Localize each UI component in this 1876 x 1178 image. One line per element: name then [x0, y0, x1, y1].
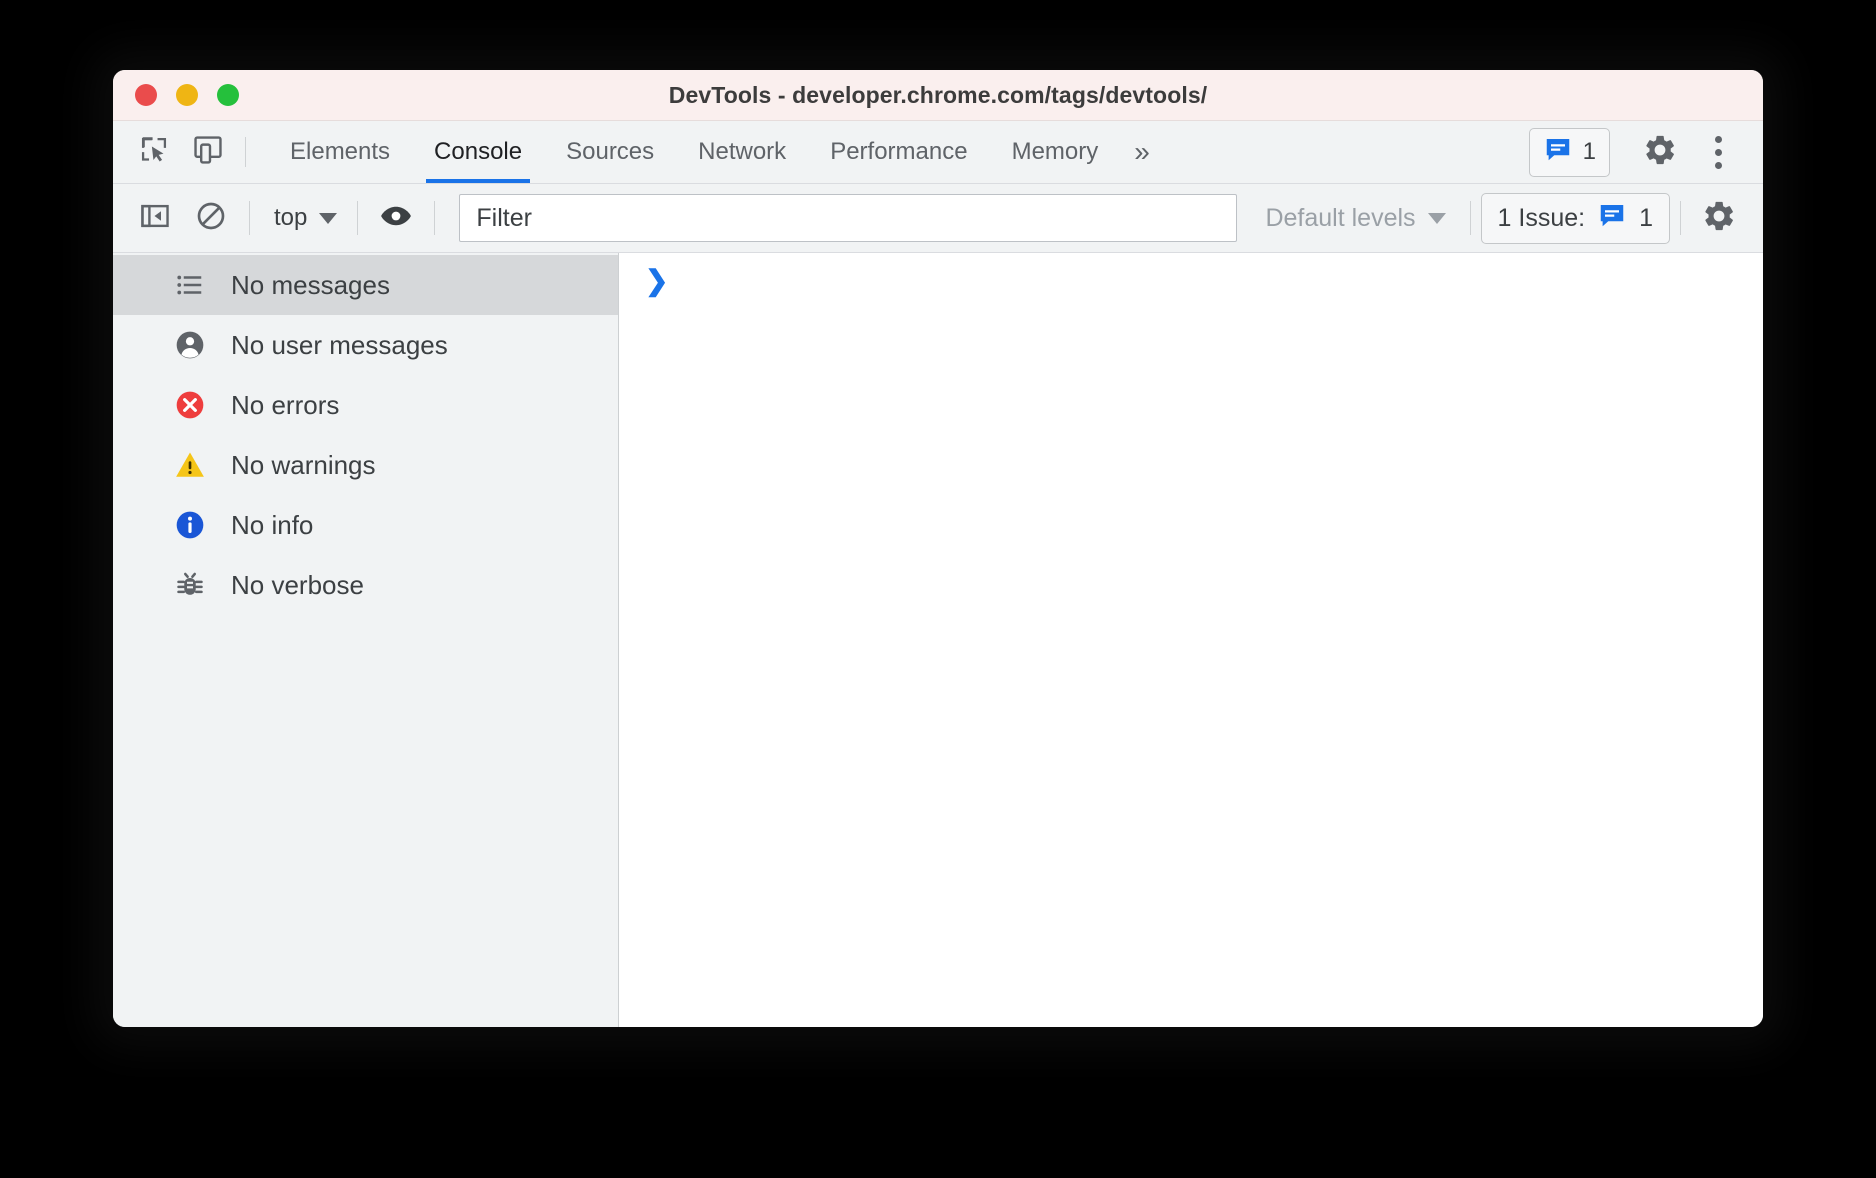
- chevron-double-right-icon: »: [1134, 136, 1150, 168]
- toolbar-divider-4: [1470, 201, 1471, 235]
- gear-icon: [1642, 132, 1678, 173]
- maximize-button[interactable]: [217, 84, 239, 106]
- tabbar-divider: [245, 137, 246, 167]
- console-settings-button[interactable]: [1691, 190, 1747, 246]
- tab-console[interactable]: Console: [412, 121, 544, 183]
- context-label: top: [274, 204, 307, 232]
- sidebar-item-errors[interactable]: No errors: [113, 375, 618, 435]
- sidebar-item-label: No errors: [231, 390, 339, 421]
- issue-counter-count: 1: [1639, 204, 1653, 233]
- sidebar-item-verbose[interactable]: No verbose: [113, 555, 618, 615]
- panel-tabs: Elements Console Sources Network Perform…: [268, 121, 1168, 183]
- sidebar-item-label: No warnings: [231, 450, 376, 481]
- inspect-element-button[interactable]: [127, 121, 181, 183]
- sidebar-item-label: No user messages: [231, 330, 448, 361]
- chevron-down-icon: [1428, 213, 1446, 224]
- console-message-area[interactable]: ❯: [619, 253, 1763, 1027]
- info-icon: [173, 508, 207, 542]
- device-toolbar-icon: [191, 133, 225, 172]
- sidebar-item-label: No verbose: [231, 570, 364, 601]
- toolbar-divider-3: [434, 201, 435, 235]
- clear-console-button[interactable]: [183, 190, 239, 246]
- inspect-element-icon: [137, 133, 171, 172]
- console-filter-input[interactable]: Filter: [459, 194, 1237, 242]
- tab-label: Memory: [1012, 138, 1099, 166]
- minimize-button[interactable]: [176, 84, 198, 106]
- live-expression-button[interactable]: [368, 190, 424, 246]
- gear-icon: [1701, 198, 1737, 239]
- tab-label: Sources: [566, 138, 654, 166]
- console-filter-placeholder: Filter: [476, 204, 532, 233]
- window-title: DevTools - developer.chrome.com/tags/dev…: [113, 82, 1763, 109]
- tab-memory[interactable]: Memory: [990, 121, 1121, 183]
- bug-icon: [173, 568, 207, 602]
- devtools-tabbar: Elements Console Sources Network Perform…: [113, 121, 1763, 184]
- close-button[interactable]: [135, 84, 157, 106]
- toolbar-divider-1: [249, 201, 250, 235]
- device-toolbar-button[interactable]: [181, 121, 235, 183]
- list-icon: [173, 268, 207, 302]
- warning-icon: [173, 448, 207, 482]
- tab-label: Elements: [290, 138, 390, 166]
- sidebar-item-label: No info: [231, 510, 313, 541]
- devtools-window: DevTools - developer.chrome.com/tags/dev…: [113, 70, 1763, 1027]
- tab-label: Network: [698, 138, 786, 166]
- tabs-overflow-button[interactable]: »: [1120, 121, 1168, 183]
- issue-counter-label: 1 Issue:: [1498, 204, 1586, 233]
- console-body: No messages No user messages: [113, 253, 1763, 1027]
- tab-label: Performance: [830, 138, 967, 166]
- tab-elements[interactable]: Elements: [268, 121, 412, 183]
- person-icon: [173, 328, 207, 362]
- sidebar-item-warnings[interactable]: No warnings: [113, 435, 618, 495]
- issues-badge-count: 1: [1583, 138, 1596, 166]
- sidebar-item-label: No messages: [231, 270, 390, 301]
- log-levels-label: Default levels: [1265, 204, 1415, 233]
- live-expression-eye-icon: [379, 199, 413, 238]
- sidebar-item-info[interactable]: No info: [113, 495, 618, 555]
- tab-performance[interactable]: Performance: [808, 121, 989, 183]
- issue-counter-button[interactable]: 1 Issue: 1: [1481, 193, 1670, 244]
- toolbar-divider-2: [357, 201, 358, 235]
- sidebar-item-messages[interactable]: No messages: [113, 255, 618, 315]
- error-icon: [173, 388, 207, 422]
- issues-badge-button[interactable]: 1: [1529, 128, 1610, 177]
- tab-label: Console: [434, 138, 522, 166]
- clear-console-icon: [195, 200, 227, 237]
- tabbar-actions: 1: [1529, 121, 1763, 183]
- chevron-down-icon: [319, 213, 337, 224]
- tab-network[interactable]: Network: [676, 121, 808, 183]
- log-levels-selector[interactable]: Default levels: [1251, 204, 1459, 233]
- sidebar-item-user-messages[interactable]: No user messages: [113, 315, 618, 375]
- console-sidebar: No messages No user messages: [113, 253, 619, 1027]
- traffic-lights: [135, 84, 239, 106]
- issues-message-icon: [1597, 200, 1627, 237]
- toolbar-divider-5: [1680, 201, 1681, 235]
- devtools-settings-button[interactable]: [1631, 132, 1689, 173]
- window-titlebar: DevTools - developer.chrome.com/tags/dev…: [113, 70, 1763, 121]
- issues-message-icon: [1543, 134, 1573, 171]
- more-vertical-icon: [1715, 136, 1722, 169]
- show-console-sidebar-icon: [139, 200, 171, 237]
- console-sidebar-toggle-button[interactable]: [127, 190, 183, 246]
- devtools-more-button[interactable]: [1689, 136, 1747, 169]
- console-prompt-chevron-icon: ❯: [645, 265, 668, 296]
- screenshot-root: DevTools - developer.chrome.com/tags/dev…: [0, 0, 1876, 1178]
- console-toolbar: top Filter Default levels: [113, 184, 1763, 253]
- javascript-context-selector[interactable]: top: [260, 204, 347, 232]
- tab-sources[interactable]: Sources: [544, 121, 676, 183]
